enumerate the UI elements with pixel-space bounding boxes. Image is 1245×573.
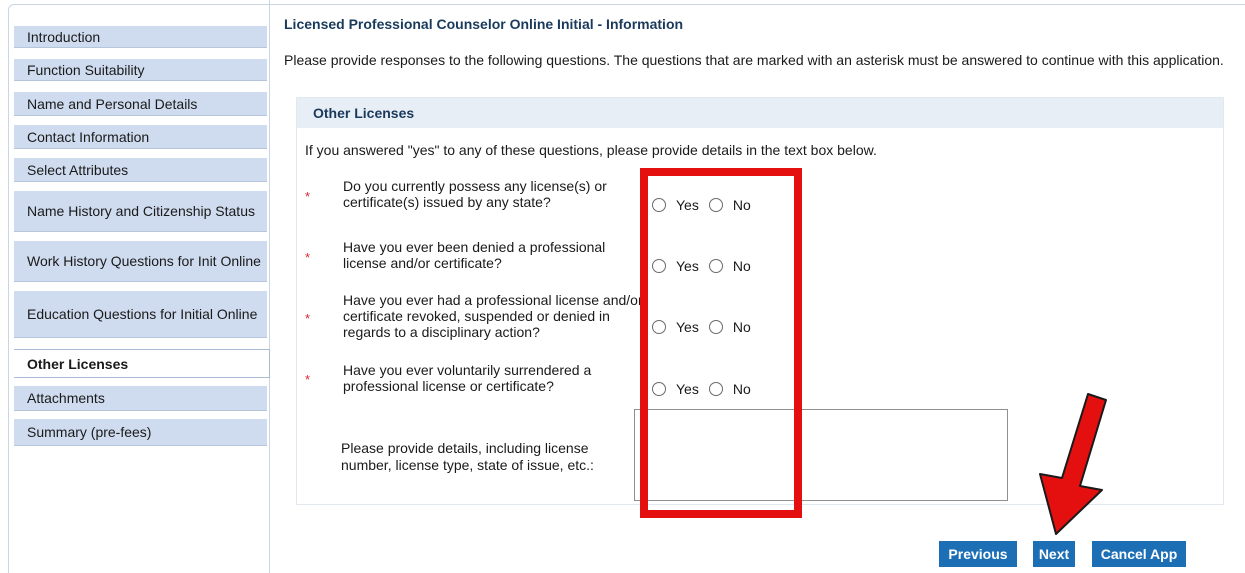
required-asterisk: *: [305, 372, 311, 387]
page-title: Licensed Professional Counselor Online I…: [284, 16, 684, 32]
sidebar-item-select-attributes[interactable]: Select Attributes: [14, 158, 267, 182]
section-header: Other Licenses: [297, 98, 1223, 128]
sidebar-item-work-history[interactable]: Work History Questions for Init Online: [14, 241, 267, 282]
annotation-arrow-icon: [1039, 393, 1107, 535]
question-current-license: Do you currently possess any license(s) …: [343, 178, 607, 210]
required-asterisk: *: [305, 250, 311, 265]
question-surrendered-license: Have you ever voluntarily surrendered a …: [343, 362, 592, 394]
sidebar-item-name-personal-details[interactable]: Name and Personal Details: [14, 92, 267, 116]
details-label: Please provide details, including licens…: [341, 440, 594, 473]
sidebar-item-introduction[interactable]: Introduction: [14, 26, 267, 48]
sidebar-item-attachments[interactable]: Attachments: [14, 386, 267, 411]
required-asterisk: *: [305, 189, 311, 204]
question-revoked-license: Have you ever had a professional license…: [343, 292, 643, 340]
annotation-highlight-box: [640, 168, 802, 518]
section-note: If you answered "yes" to any of these qu…: [305, 142, 877, 158]
sidebar-item-name-history[interactable]: Name History and Citizenship Status: [14, 191, 267, 232]
sidebar-item-summary[interactable]: Summary (pre-fees): [14, 419, 267, 446]
sidebar: [8, 0, 270, 573]
sidebar-item-function-suitability[interactable]: Function Suitability: [14, 59, 267, 81]
cancel-app-button[interactable]: Cancel App: [1092, 541, 1186, 567]
previous-button[interactable]: Previous: [939, 541, 1017, 567]
sidebar-item-education-questions[interactable]: Education Questions for Initial Online: [14, 291, 267, 338]
intro-text: Please provide responses to the followin…: [284, 52, 1224, 68]
section-title: Other Licenses: [313, 105, 415, 121]
question-denied-license: Have you ever been denied a professional…: [343, 239, 606, 271]
next-button[interactable]: Next: [1033, 541, 1075, 567]
sidebar-item-other-licenses[interactable]: Other Licenses: [14, 349, 270, 378]
sidebar-item-contact-information[interactable]: Contact Information: [14, 125, 267, 149]
required-asterisk: *: [305, 311, 311, 326]
